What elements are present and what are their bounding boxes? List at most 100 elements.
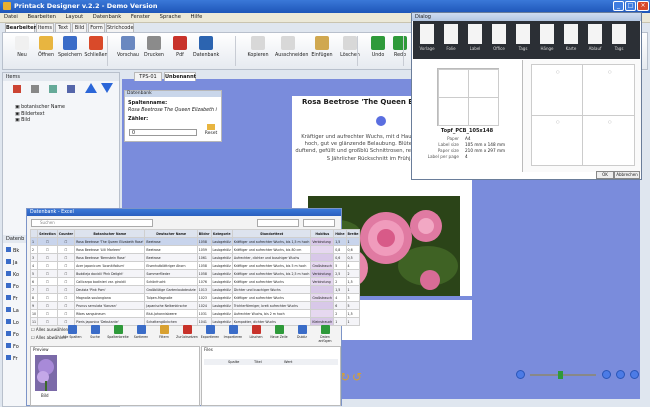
row-checkbox[interactable]: ☐: [56, 269, 76, 278]
move-down-icon[interactable]: [101, 83, 113, 93]
template-thumb[interactable]: Label: [465, 24, 485, 54]
doc-tab-tps01[interactable]: TPS-01: [134, 72, 162, 81]
row-checkbox[interactable]: ☐: [37, 253, 58, 262]
table-cell[interactable]: Buddleja davidii 'Pink Delight': [74, 269, 146, 278]
table-cell[interactable]: 0,6: [345, 245, 361, 254]
table-cell[interactable]: Kräftiger und aufrechter Wuchs, bis 80 c…: [231, 245, 312, 254]
db-button-spaltenbreite[interactable]: Spaltenbreite: [107, 325, 129, 339]
neu-button[interactable]: Neu: [9, 36, 35, 58]
database-list-item[interactable]: Fr: [6, 353, 26, 365]
table-cell[interactable]: Verbindung: [310, 277, 335, 286]
database-list-item[interactable]: Fo: [6, 329, 26, 341]
table-cell[interactable]: 1,5: [333, 285, 347, 294]
table-cell[interactable]: Laubgehölz: [210, 301, 233, 310]
row-checkbox[interactable]: ☐: [37, 309, 58, 318]
table-cell[interactable]: 1: [29, 237, 39, 246]
table-cell[interactable]: 5: [345, 301, 361, 310]
menu-layout[interactable]: Layout: [62, 13, 88, 20]
table-cell[interactable]: 0,8: [333, 245, 347, 254]
table-cell[interactable]: 0,6: [333, 253, 347, 262]
row-checkbox[interactable]: ☐: [37, 261, 58, 270]
table-cell[interactable]: Sommerflieder: [144, 269, 198, 278]
table-cell[interactable]: 6: [333, 301, 347, 310]
files-column-header[interactable]: Wert: [284, 360, 292, 364]
table-cell[interactable]: 4: [333, 293, 347, 302]
db-button-suche[interactable]: Suche: [84, 325, 106, 339]
ausschneiden-button[interactable]: Ausschneiden: [275, 36, 308, 58]
zoom-page-icon[interactable]: [630, 370, 639, 379]
table-cell[interactable]: Tulpen-Magnolie: [144, 293, 198, 302]
table-cell[interactable]: Aufrechter, dichter und buschiger Wuchs: [231, 253, 312, 262]
table-cell[interactable]: 0,5: [345, 253, 361, 262]
search-input[interactable]: Suchen: [31, 219, 153, 227]
table-cell[interactable]: 1: [345, 317, 361, 326]
table-cell[interactable]: Beetrose: [144, 245, 198, 254]
table-cell[interactable]: Kräftiger und aufrechter Wuchs, bis 2,5 …: [231, 269, 312, 278]
table-cell[interactable]: Kräftiger und aufrechter Wuchs, bis 1,5 …: [231, 237, 312, 246]
tab-text[interactable]: Text: [55, 23, 71, 32]
table-row[interactable]: 3 ☐ ☐ Rosa Beetrose 'Bernstein Rose' Beetros…: [29, 253, 361, 262]
database-list-item[interactable]: Fo: [6, 341, 26, 353]
table-cell[interactable]: 1: [345, 237, 361, 246]
db-button-exportieren[interactable]: Exportieren: [199, 325, 221, 339]
tree-item[interactable]: ▣ Bild: [15, 118, 119, 125]
table-cell[interactable]: Laubgehölz: [210, 309, 233, 318]
table-cell[interactable]: 1058: [196, 237, 212, 246]
table-cell[interactable]: 5: [29, 269, 39, 278]
table-cell[interactable]: Laubgehölz: [210, 285, 233, 294]
db-button-neue-zeile[interactable]: Neue Zeile: [268, 325, 290, 339]
db-button-importieren[interactable]: Importieren: [222, 325, 244, 339]
table-cell[interactable]: Deutzia 'Pink Pom': [74, 285, 146, 294]
speichern-button[interactable]: Speichern: [57, 36, 83, 58]
table-row[interactable]: 5 ☐ ☐ Buddleja davidii 'Pink Delight' Sommer…: [29, 269, 361, 278]
tab-strichcode[interactable]: Strichcode: [106, 23, 134, 32]
filter-select[interactable]: [257, 219, 299, 227]
table-cell[interactable]: Blut-Johannisbeere: [144, 309, 198, 318]
table-cell[interactable]: 4: [29, 261, 39, 270]
dialog-ok-button[interactable]: OK: [596, 171, 614, 179]
db-button-l-schen[interactable]: Löschen: [245, 325, 267, 339]
column-header[interactable]: Breite: [345, 229, 361, 238]
table-cell[interactable]: Laubgehölz: [210, 293, 233, 302]
table-cell[interactable]: [310, 309, 335, 318]
database-list-item[interactable]: Lo: [6, 317, 26, 329]
row-checkbox[interactable]: ☐: [56, 293, 76, 302]
table-cell[interactable]: Eisenhutblättriger Ahorn: [144, 261, 198, 270]
kopieren-button[interactable]: Kopieren: [245, 36, 271, 58]
row-checkbox[interactable]: ☐: [56, 237, 76, 246]
table-cell[interactable]: 4: [345, 261, 361, 270]
column-header[interactable]: Habitus: [310, 229, 335, 238]
pdf-button[interactable]: Pdf: [167, 36, 193, 58]
table-cell[interactable]: Laubgehölz: [210, 269, 233, 278]
row-checkbox[interactable]: ☐: [56, 253, 76, 262]
table-row[interactable]: 7 ☐ ☐ Deutzia 'Pink Pom' Großblütige Gartenl…: [29, 285, 361, 294]
zoom-slider-track[interactable]: [530, 374, 596, 376]
count-input[interactable]: 0: [129, 129, 197, 136]
row-checkbox[interactable]: ☐: [37, 237, 58, 246]
db-button-daten-anf-gen[interactable]: Daten anfügen: [314, 325, 336, 343]
files-column-header[interactable]: Titel: [254, 360, 262, 364]
template-thumb[interactable]: Ablauf: [585, 24, 605, 54]
table-cell[interactable]: Großstrauch: [310, 293, 335, 302]
db-button-alle-spalten[interactable]: Alle Spalten: [61, 325, 83, 339]
table-cell[interactable]: 2,5: [333, 269, 347, 278]
table-cell[interactable]: 1,5: [345, 277, 361, 286]
table-cell[interactable]: [310, 245, 335, 254]
table-cell[interactable]: Aufrechter Wuchs, bis 2 m hoch: [231, 309, 312, 318]
table-cell[interactable]: 6: [29, 277, 39, 286]
template-thumb[interactable]: Hänge: [537, 24, 557, 54]
page-select[interactable]: [303, 219, 335, 227]
table-cell[interactable]: 7: [29, 285, 39, 294]
table-cell[interactable]: Rosa Beetrose 'The Queen Elizabeth Rose': [74, 237, 146, 246]
zoom-fit-icon[interactable]: [616, 370, 625, 379]
table-cell[interactable]: 1031: [196, 309, 212, 318]
database-list-item[interactable]: La: [6, 305, 26, 317]
minimize-button[interactable]: _: [613, 1, 624, 11]
table-cell[interactable]: Kräftiger und aufrechter Wuchs: [231, 277, 312, 286]
table-cell[interactable]: Beetrose: [144, 253, 198, 262]
table-cell[interactable]: 1024: [196, 301, 212, 310]
column-header[interactable]: Deutscher Name: [144, 229, 198, 238]
drucken-button[interactable]: Drucken: [141, 36, 167, 58]
table-cell[interactable]: Großstrauch: [310, 261, 335, 270]
row-checkbox[interactable]: ☐: [37, 301, 58, 310]
